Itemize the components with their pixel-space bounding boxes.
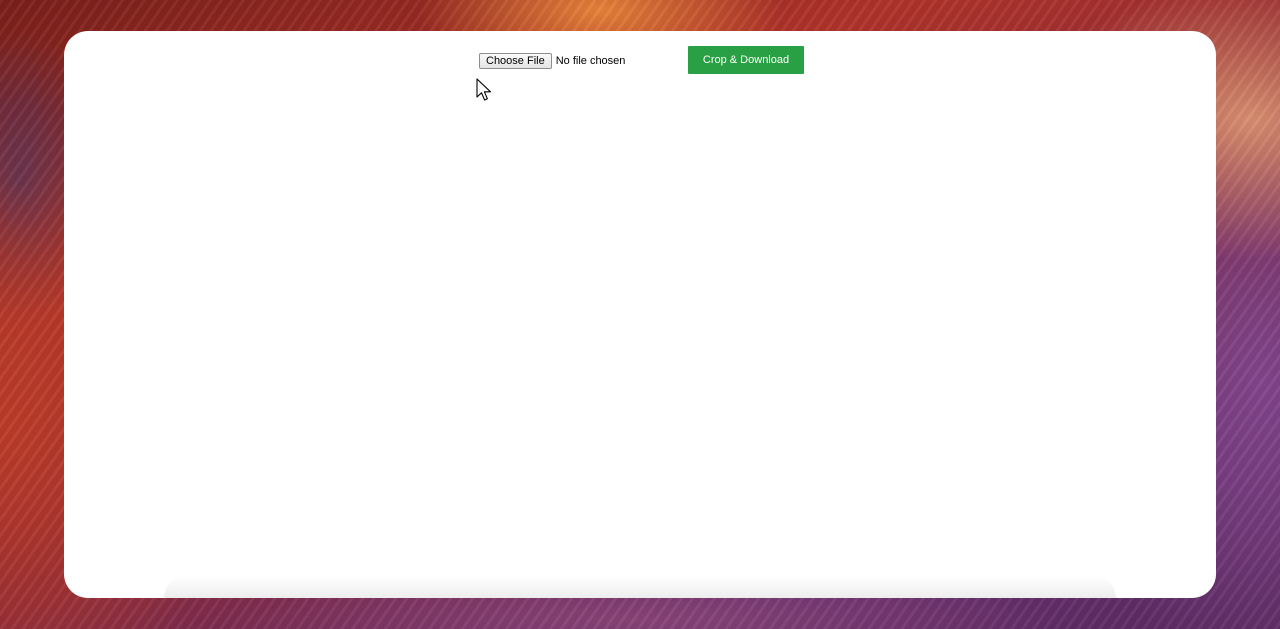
crop-download-button[interactable]: Crop & Download [688, 46, 804, 74]
arrow-cursor-icon [476, 78, 492, 101]
file-input[interactable]: Choose File No file chosen [479, 53, 625, 69]
bottom-shadow [164, 576, 1116, 598]
choose-file-button[interactable]: Choose File [479, 53, 552, 69]
file-status-text: No file chosen [555, 55, 626, 67]
app-window: Choose File No file chosen Crop & Downlo… [64, 31, 1216, 598]
